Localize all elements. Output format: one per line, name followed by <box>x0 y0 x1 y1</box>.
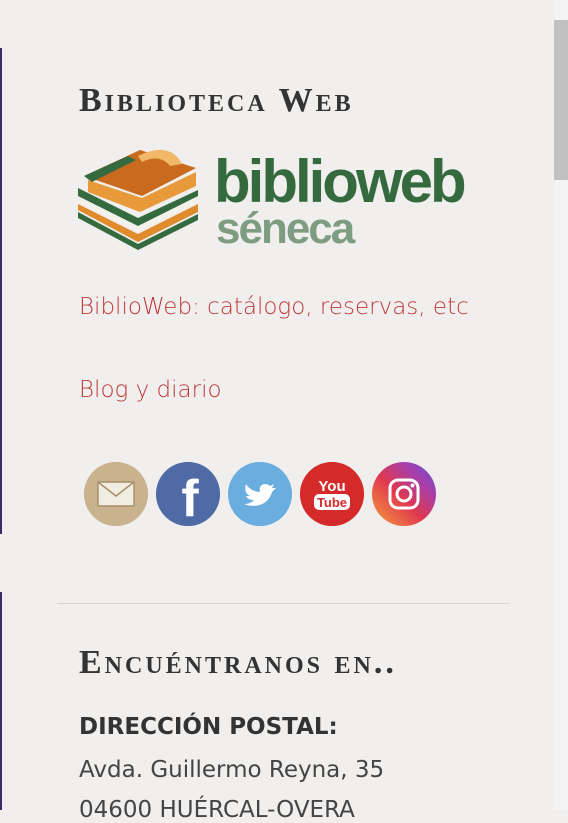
social-icons: f You Tube <box>84 462 436 526</box>
blog-link[interactable]: Blog y diario <box>79 377 222 403</box>
section-divider <box>57 603 509 604</box>
instagram-icon[interactable] <box>372 462 436 526</box>
youtube-icon[interactable]: You Tube <box>300 462 364 526</box>
left-border-top <box>0 48 2 534</box>
left-border-bottom <box>0 592 2 810</box>
biblioweb-catalog-link[interactable]: BiblioWeb: catálogo, reservas, etc <box>79 294 469 320</box>
twitter-icon[interactable] <box>228 462 292 526</box>
biblioweb-seneca-logo[interactable]: biblioweb séneca <box>78 146 490 250</box>
svg-text:f: f <box>181 470 199 526</box>
facebook-icon[interactable]: f <box>156 462 220 526</box>
address-line-street: Avda. Guillermo Reyna, 35 <box>79 757 385 783</box>
scrollbar-thumb[interactable] <box>554 20 568 180</box>
logo-word-seneca: séneca <box>216 204 356 250</box>
postal-address-label: DIRECCIÓN POSTAL: <box>79 714 338 740</box>
svg-text:Tube: Tube <box>317 495 347 510</box>
address-line-city: 04600 HUÉRCAL-OVERA <box>79 797 355 823</box>
contact-widget-title: Encuéntranos en.. <box>79 644 397 681</box>
book-stack-icon <box>78 149 198 250</box>
library-widget-title: Biblioteca Web <box>79 82 354 119</box>
svg-text:You: You <box>318 478 345 495</box>
email-icon[interactable] <box>84 462 148 526</box>
